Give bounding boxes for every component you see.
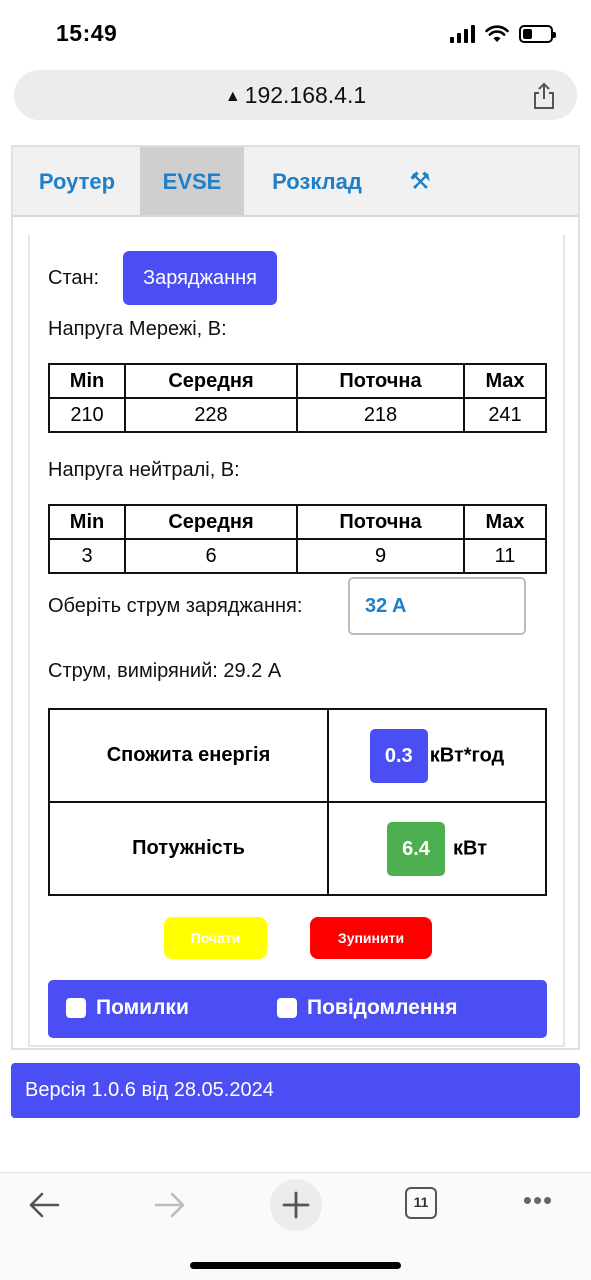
table-header: Min [48,363,126,399]
url-text: 192.168.4.1 [244,82,367,108]
address-bar[interactable]: ▲ 192.168.4.1 [14,70,577,120]
status-icons [450,22,556,46]
battery-icon [519,25,556,43]
table-cell: 9 [296,538,465,574]
wifi-icon [485,25,509,42]
messages-label: Повідомлення [307,996,458,1019]
tabs-count-button[interactable]: 11 [405,1187,437,1219]
table-cell: 6 [124,538,298,574]
errors-label: Помилки [96,996,189,1019]
table-cell: 3 [48,538,126,574]
charging-current-label: Оберіть струм заряджання: [48,595,303,617]
table-header: Середня [124,363,298,399]
table-header: Середня [124,504,298,540]
evse-panel: Стан: Заряджання Напруга Мережі, В: Min … [28,235,565,1047]
warning-icon: ▲ [224,88,241,105]
energy-table: Спожита енергія 0.3 кВт*год Потужність 6.… [48,708,547,896]
tab-schedule[interactable]: Розклад [257,147,377,215]
energy-cell: 0.3 кВт*год [327,708,547,803]
energy-label: Спожита енергія [48,708,329,803]
table-header: Max [463,363,547,399]
start-button[interactable]: Почати [164,917,267,959]
status-time: 15:49 [56,20,118,46]
power-unit: кВт [453,837,487,859]
messages-checkbox[interactable] [277,998,297,1018]
errors-checkbox[interactable] [66,998,86,1018]
more-icon[interactable]: ••• [518,1187,558,1227]
home-indicator [190,1262,401,1269]
state-badge: Заряджання [123,251,277,305]
table-cell: 218 [296,397,465,433]
table-header: Min [48,504,126,540]
grid-voltage-label: Напруга Мережі, В: [48,318,227,340]
table-header: Max [463,504,547,540]
state-label: Стан: [48,267,100,289]
charging-current-select[interactable]: 32 A [348,577,526,635]
neutral-voltage-label: Напруга нейтралі, В: [48,459,240,481]
measured-current-text: Струм, виміряний: 29.2 A [48,660,282,682]
errors-toggle[interactable]: Помилки [66,996,189,1020]
signal-icon [450,25,475,43]
back-arrow-icon[interactable] [26,1185,62,1225]
share-icon[interactable] [531,82,557,110]
table-cell: 228 [124,397,298,433]
power-label: Потужність [48,801,329,896]
stop-button[interactable]: Зупинити [310,917,432,959]
plus-icon [282,1191,310,1219]
tools-icon[interactable]: ⚒ [405,167,435,197]
version-footer: Версія 1.0.6 від 28.05.2024 [11,1063,580,1118]
energy-unit: кВт*год [429,744,505,766]
power-value-badge: 6.4 [387,821,445,876]
messages-toggle[interactable]: Повідомлення [277,996,457,1020]
table-header: Поточна [296,363,465,399]
neutral-voltage-table: Min Середня Поточна Max 3 6 9 11 [48,504,547,574]
tab-evse[interactable]: EVSE [140,147,244,215]
forward-arrow-icon[interactable] [152,1185,188,1225]
power-cell: 6.4 кВт [327,801,547,896]
page-frame: Роутер EVSE Розклад ⚒ Стан: Заряджання Н… [11,145,580,1050]
table-header: Поточна [296,504,465,540]
table-cell: 241 [463,397,547,433]
tab-router[interactable]: Роутер [17,147,137,215]
energy-value-badge: 0.3 [369,728,428,783]
table-cell: 11 [463,538,547,574]
tab-bar: Роутер EVSE Розклад ⚒ [13,147,578,217]
log-toggles-bar: Помилки Повідомлення [48,980,547,1038]
table-cell: 210 [48,397,126,433]
grid-voltage-table: Min Середня Поточна Max 210 228 218 241 [48,363,547,433]
status-bar: 15:49 [0,0,591,64]
new-tab-button[interactable] [270,1179,322,1231]
